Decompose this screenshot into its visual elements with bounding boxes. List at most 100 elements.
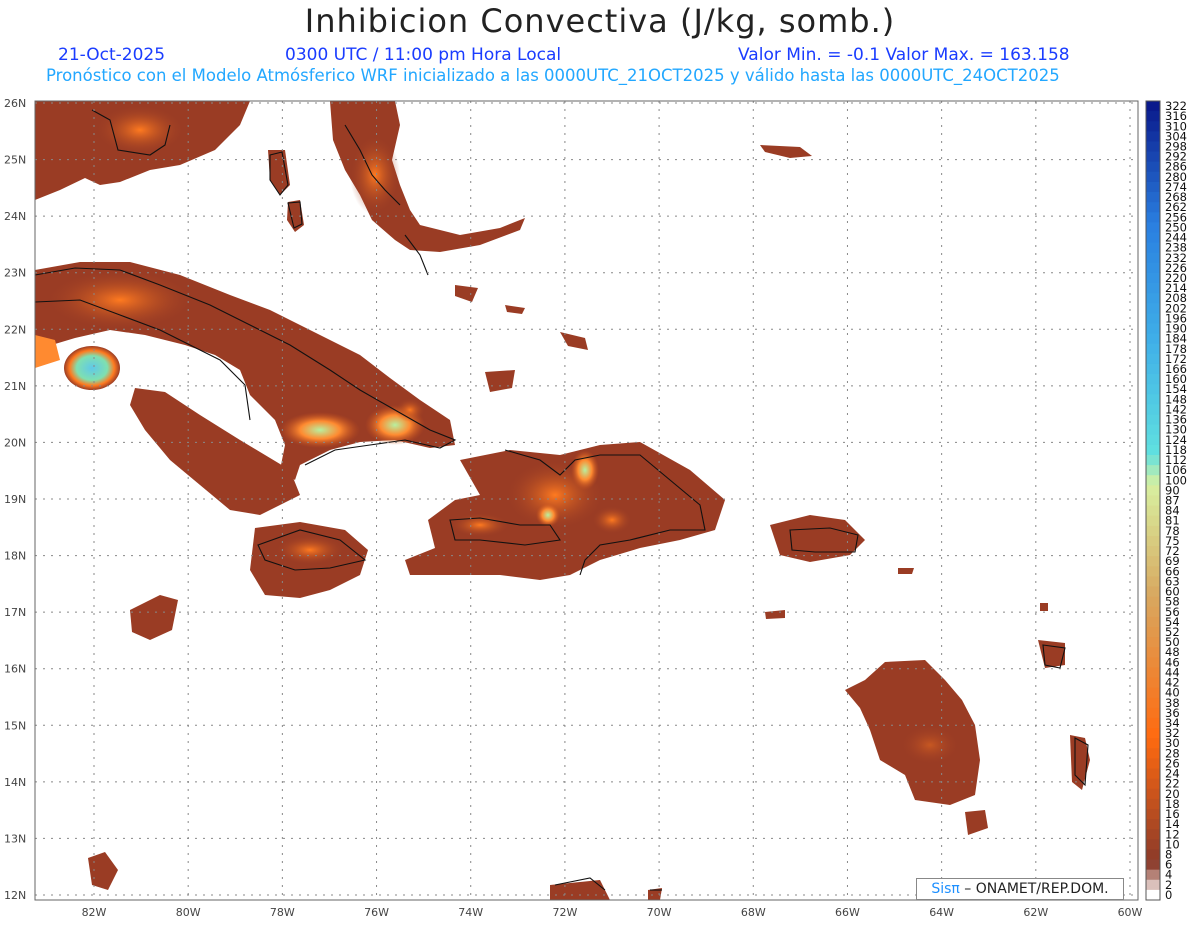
colorbar-swatch — [1146, 667, 1160, 678]
colorbar-swatch — [1146, 546, 1160, 557]
colorbar-swatch — [1146, 798, 1160, 810]
lon-tick-label: 74W — [458, 906, 483, 919]
colorbar-swatch — [1146, 202, 1160, 213]
colorbar: 3223163103042982922862802742682622562502… — [1145, 99, 1187, 902]
colorbar-swatch — [1146, 616, 1160, 628]
lat-tick-label: 16N — [4, 663, 26, 676]
lat-tick-label: 13N — [4, 832, 26, 845]
colorbar-swatch — [1146, 171, 1160, 183]
colorbar-swatch — [1146, 637, 1160, 648]
colorbar-swatch — [1146, 293, 1160, 304]
colorbar-swatch — [1146, 283, 1160, 294]
colorbar-swatch — [1146, 475, 1160, 486]
lat-tick-label: 19N — [4, 493, 26, 506]
colorbar-label: 0 — [1165, 888, 1172, 902]
lat-tick-label: 25N — [4, 154, 26, 167]
lon-tick-label: 66W — [835, 906, 860, 919]
colorbar-swatch — [1146, 535, 1160, 547]
colorbar-swatch — [1146, 272, 1160, 284]
lon-tick-label: 60W — [1118, 906, 1143, 919]
lon-tick-label: 82W — [82, 906, 107, 919]
colorbar-swatch — [1146, 424, 1160, 436]
lat-tick-label: 26N — [4, 97, 26, 110]
colorbar-swatch — [1146, 788, 1160, 800]
colorbar-swatch — [1146, 859, 1160, 871]
colorbar-swatch — [1146, 596, 1160, 608]
colorbar-swatch — [1146, 819, 1160, 830]
colorbar-swatch — [1146, 151, 1160, 163]
colorbar-swatch — [1146, 879, 1160, 891]
lon-tick-label: 72W — [552, 906, 577, 919]
colorbar-swatch — [1146, 374, 1160, 385]
colorbar-swatch — [1146, 454, 1160, 466]
lon-tick-label: 78W — [270, 906, 295, 919]
colorbar-swatch — [1146, 889, 1160, 901]
colorbar-swatch — [1146, 232, 1160, 244]
colorbar-swatch — [1146, 687, 1160, 699]
colorbar-swatch — [1146, 758, 1160, 770]
colorbar-swatch — [1146, 738, 1160, 749]
colorbar-swatch — [1146, 768, 1160, 780]
colorbar-swatch — [1146, 181, 1160, 193]
colorbar-swatch — [1146, 647, 1160, 658]
colorbar-swatch — [1146, 363, 1160, 375]
colorbar-swatch — [1146, 121, 1160, 132]
lat-tick-label: 20N — [4, 436, 26, 449]
lat-axis: 26N 25N 24N 23N 22N 21N 20N 19N 18N 17N 16N 15N 14N 1… — [4, 97, 26, 902]
colorbar-swatch — [1146, 343, 1160, 355]
region-puerto-rico — [770, 515, 865, 562]
colorbar-swatch — [1146, 566, 1160, 577]
colorbar-swatch — [1146, 161, 1160, 173]
colorbar-swatch — [1146, 485, 1160, 496]
colorbar-swatch — [1146, 192, 1160, 203]
lat-tick-label: 22N — [4, 323, 26, 336]
colorbar-swatch — [1146, 728, 1160, 739]
colorbar-swatch — [1146, 101, 1160, 112]
colorbar-swatch — [1146, 212, 1160, 223]
lon-tick-label: 68W — [741, 906, 766, 919]
colorbar-swatch — [1146, 242, 1160, 254]
credit-box: Sisπ – ONAMET/REP.DOM. — [916, 878, 1124, 900]
lat-tick-label: 12N — [4, 889, 26, 902]
region-yucatan-peak — [64, 346, 120, 390]
colorbar-swatch — [1146, 697, 1160, 709]
colorbar-swatch — [1146, 657, 1160, 668]
colorbar-swatch — [1146, 131, 1160, 142]
lat-tick-label: 18N — [4, 550, 26, 563]
colorbar-swatch — [1146, 606, 1160, 618]
colorbar-swatch — [1146, 465, 1160, 476]
colorbar-swatch — [1146, 252, 1160, 264]
colorbar-swatch — [1146, 586, 1160, 598]
colorbar-swatch — [1146, 556, 1160, 567]
lon-tick-label: 62W — [1023, 906, 1048, 919]
colorbar-swatch — [1146, 849, 1160, 861]
colorbar-swatch — [1146, 869, 1160, 881]
lon-tick-label: 64W — [929, 906, 954, 919]
colorbar-swatch — [1146, 707, 1160, 719]
colorbar-swatch — [1146, 444, 1160, 456]
lon-tick-label: 76W — [364, 906, 389, 919]
colorbar-swatch — [1146, 222, 1160, 233]
region-andros — [268, 150, 290, 195]
colorbar-swatch — [1146, 839, 1160, 850]
colorbar-swatch — [1146, 515, 1160, 527]
lon-tick-label: 70W — [647, 906, 672, 919]
colorbar-swatch — [1146, 313, 1160, 325]
colorbar-swatch — [1146, 414, 1160, 426]
lon-axis: 82W 80W 78W 76W 74W 72W 70W 68W 66W 64W 62W 60W — [82, 906, 1143, 919]
colorbar-swatch — [1146, 404, 1160, 416]
credit-org: – ONAMET/REP.DOM. — [959, 881, 1109, 897]
colorbar-swatch — [1146, 717, 1160, 729]
lon-tick-label: 80W — [176, 906, 201, 919]
lat-tick-label: 23N — [4, 267, 26, 280]
colorbar-swatch — [1146, 323, 1160, 335]
colorbar-swatch — [1146, 808, 1160, 820]
colorbar-swatch — [1146, 333, 1160, 345]
colorbar-swatch — [1146, 111, 1160, 122]
colorbar-swatch — [1146, 495, 1160, 507]
colorbar-swatch — [1146, 829, 1160, 840]
colorbar-swatch — [1146, 353, 1160, 365]
lat-tick-label: 17N — [4, 606, 26, 619]
colorbar-swatch — [1146, 384, 1160, 395]
colorbar-swatch — [1146, 525, 1160, 537]
